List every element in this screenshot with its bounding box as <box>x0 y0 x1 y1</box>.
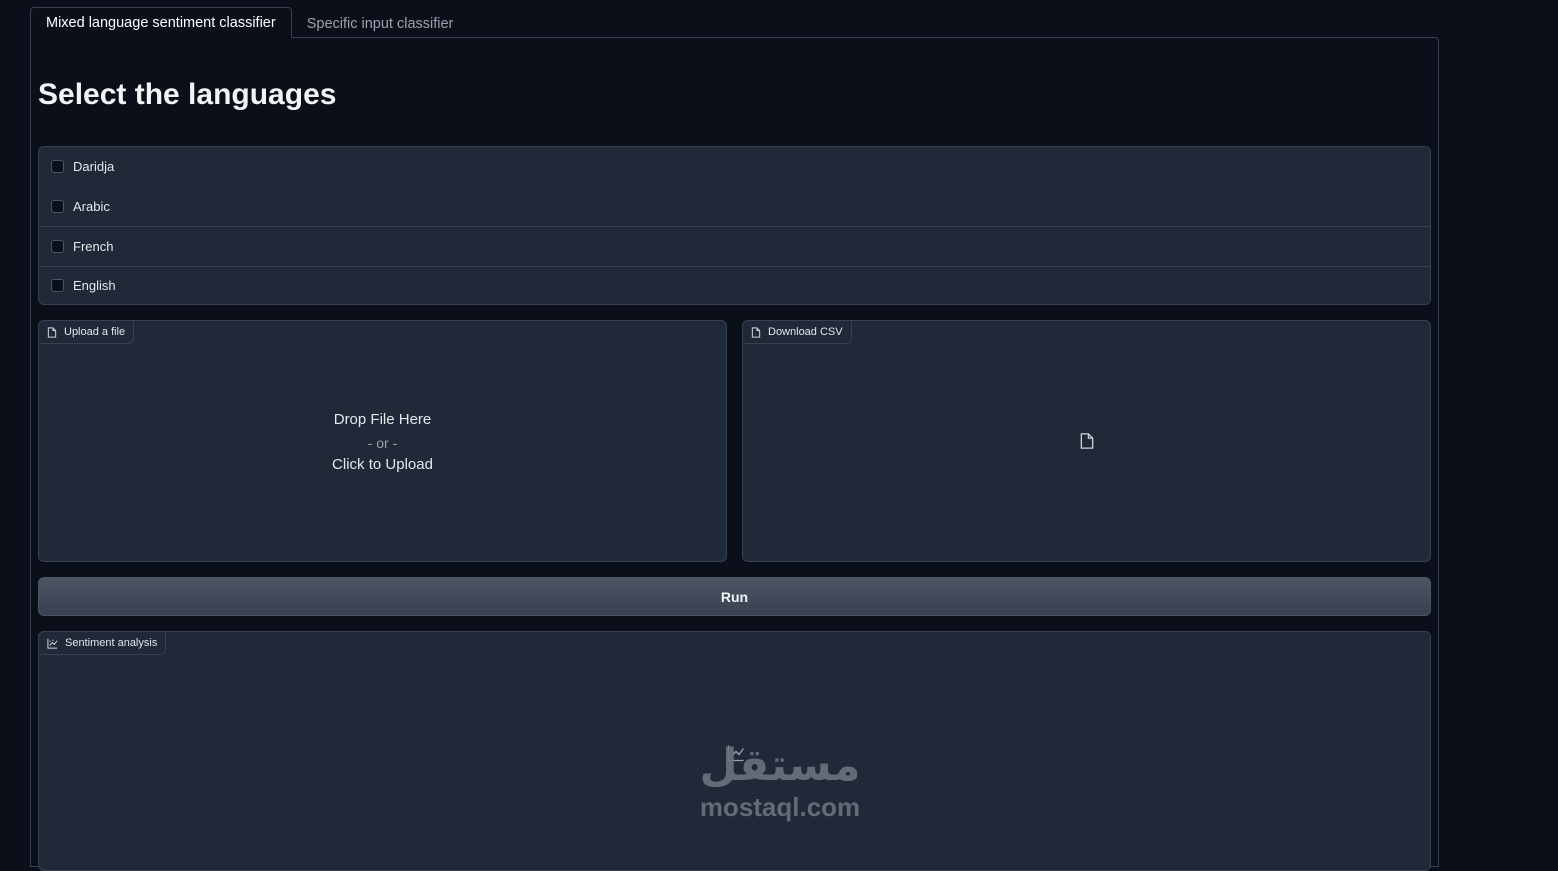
watermark-latin: mostaql.com <box>699 792 861 822</box>
checkbox-box[interactable] <box>51 279 64 293</box>
language-checkbox-group: Daridja Arabic French English <box>38 146 1431 305</box>
download-csv-label: Download CSV <box>742 320 852 344</box>
sentiment-label-text: Sentiment analysis <box>65 637 158 649</box>
drop-file-text: Drop File Here <box>333 411 432 428</box>
run-button[interactable]: Run <box>38 577 1431 616</box>
download-csv-panel: Download CSV <box>742 320 1431 562</box>
upload-label-text: Upload a file <box>64 326 126 338</box>
checkbox-daridja[interactable]: Daridja <box>39 147 1430 187</box>
file-icon <box>47 326 57 338</box>
upload-dropzone[interactable]: Drop File Here - or - Click to Upload <box>39 409 726 477</box>
page-title: Select the languages <box>38 78 337 111</box>
checkbox-box[interactable] <box>51 199 64 213</box>
checkbox-french[interactable]: French <box>39 226 1430 266</box>
checkbox-box[interactable] <box>51 160 64 174</box>
sentiment-analysis-label: Sentiment analysis <box>38 631 167 655</box>
checkbox-label: English <box>73 278 116 294</box>
checkbox-label: Daridja <box>73 159 115 175</box>
tab-specific-input[interactable]: Specific input classifier <box>292 9 469 38</box>
checkbox-label: French <box>73 238 114 254</box>
chart-icon <box>47 638 58 649</box>
click-to-upload-text[interactable]: Click to Upload <box>39 454 726 477</box>
file-icon <box>751 326 761 338</box>
checkbox-arabic[interactable]: Arabic <box>39 187 1430 227</box>
file-icon <box>1080 433 1093 449</box>
upload-file-panel[interactable]: Upload a file Drop File Here - or - Clic… <box>38 320 727 562</box>
watermark-arabic: مستقل <box>699 741 861 790</box>
checkbox-english[interactable]: English <box>39 265 1430 305</box>
or-text: - or - <box>367 434 398 451</box>
download-label-text: Download CSV <box>768 326 843 338</box>
watermark: مستقل mostaql.com <box>680 740 880 822</box>
checkbox-label: Arabic <box>73 198 110 214</box>
upload-file-label: Upload a file <box>38 320 135 344</box>
tab-bar: Mixed language sentiment classifier Spec… <box>30 7 469 38</box>
tab-mixed-language[interactable]: Mixed language sentiment classifier <box>30 7 292 38</box>
checkbox-box[interactable] <box>51 239 64 253</box>
